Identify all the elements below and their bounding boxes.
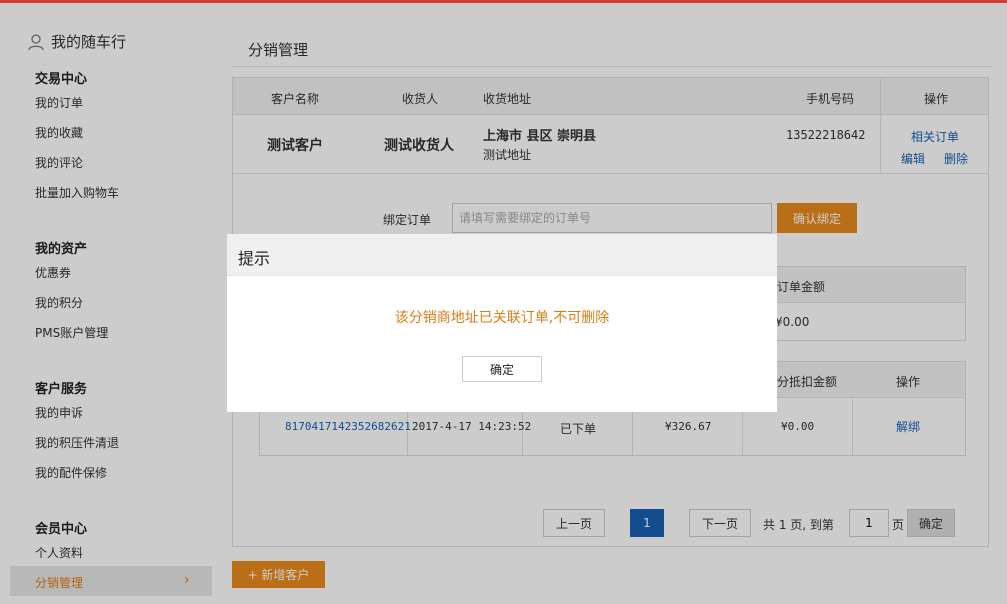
- dialog-title: 提示: [238, 249, 271, 268]
- dialog-message: 该分销商地址已关联订单,不可删除: [394, 310, 610, 326]
- dialog-header: 提示: [227, 234, 777, 276]
- dialog-ok-button[interactable]: 确定: [462, 356, 542, 382]
- alert-dialog: 提示 该分销商地址已关联订单,不可删除 确定: [227, 234, 777, 412]
